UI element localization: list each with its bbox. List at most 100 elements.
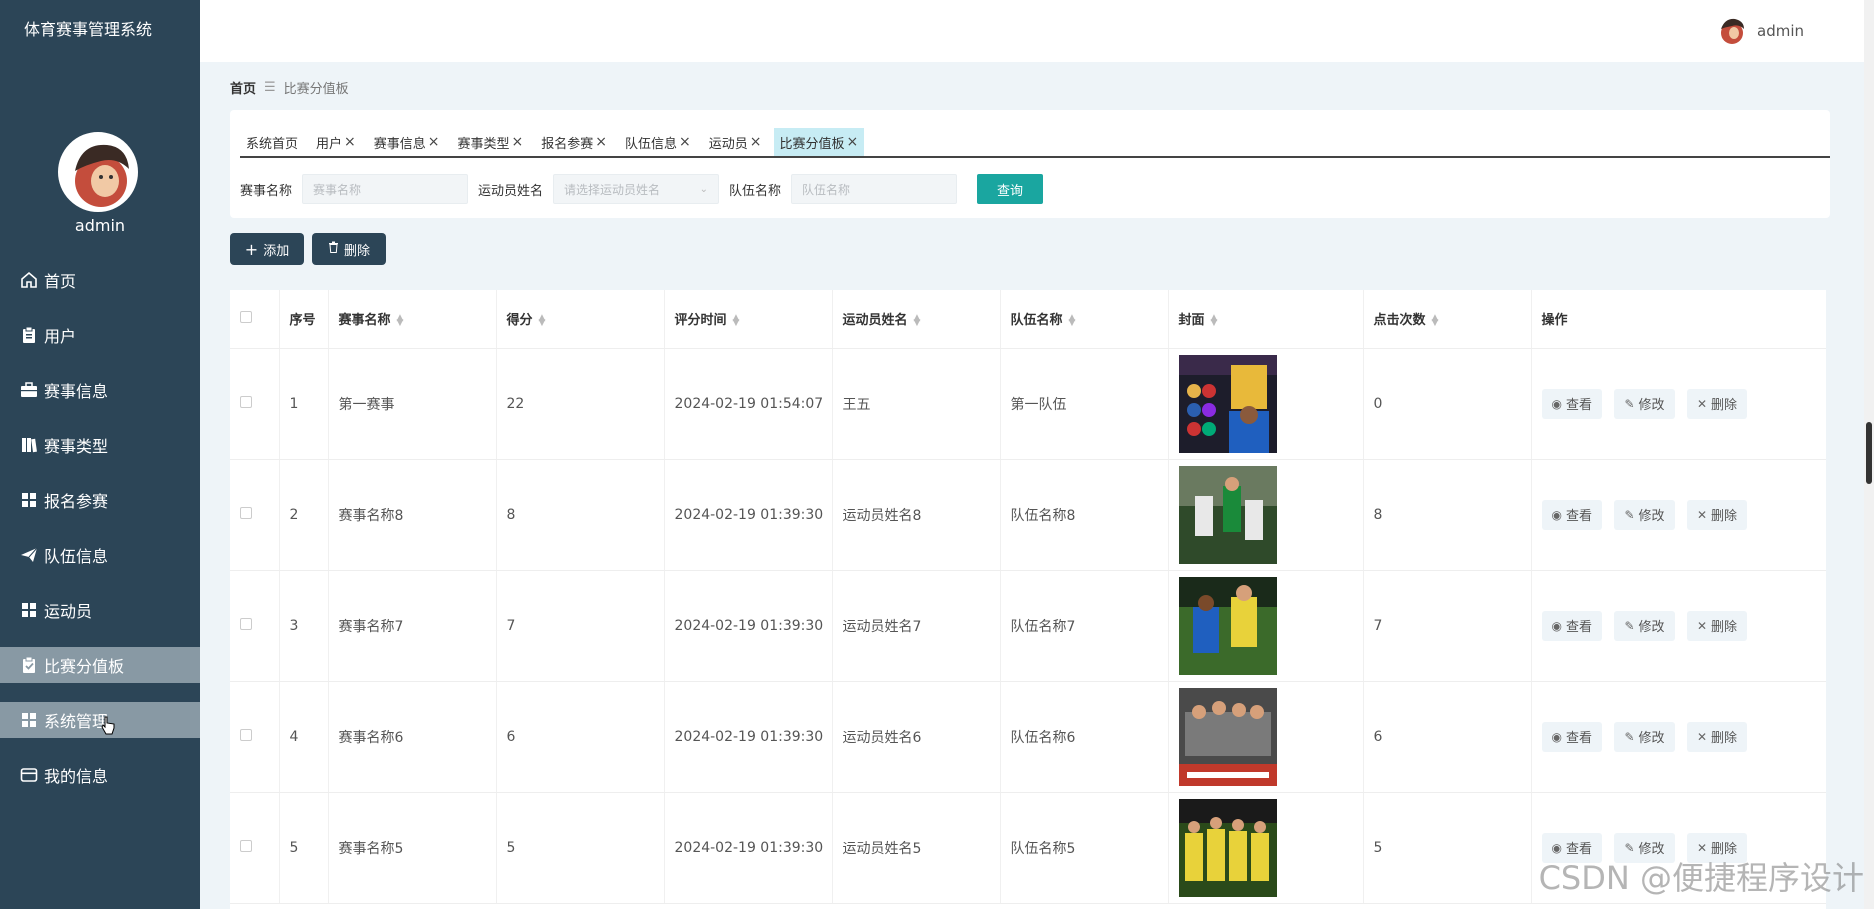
query-button[interactable]: 查询	[977, 174, 1044, 204]
row-checkbox[interactable]	[240, 506, 252, 519]
view-button[interactable]: ◉ 查看	[1541, 610, 1602, 641]
column-header[interactable]: 队伍名称 ▲ ▼	[1000, 290, 1169, 349]
row-checkbox[interactable]	[240, 839, 252, 852]
row-delete-button[interactable]: ✕ 删除	[1686, 388, 1748, 419]
score-time-cell: 2024-02-19 01:39:30	[664, 570, 833, 682]
cover-image[interactable]	[1178, 354, 1277, 453]
edit-button[interactable]: ✎ 修改	[1614, 499, 1675, 530]
table-row[interactable]: 3 赛事名称7 7 2024-02-19 01:39:30 运动员姓名7 队伍名…	[230, 570, 1826, 682]
scrollbar-thumb[interactable]	[1866, 422, 1872, 484]
view-button[interactable]: ◉ 查看	[1541, 499, 1602, 530]
sidebar-item-athlete[interactable]: 运动员	[0, 592, 200, 628]
sidebar-username: admin	[74, 216, 126, 235]
column-header[interactable]: 赛事名称 ▲ ▼	[328, 290, 497, 349]
tab-registration[interactable]: 报名参赛 ×	[535, 128, 613, 156]
tab-label: 报名参赛	[541, 136, 594, 152]
tab-user[interactable]: 用户 ×	[310, 128, 362, 156]
sidebar-item-my-info[interactable]: 我的信息	[0, 757, 200, 793]
close-icon[interactable]: ×	[847, 134, 859, 150]
sort-icon[interactable]: ▲ ▼	[539, 313, 546, 327]
sidebar-item-registration[interactable]: 报名参赛	[0, 482, 200, 518]
team-name-cell: 队伍名称8	[1000, 459, 1169, 571]
athlete-name-label: 运动员姓名	[478, 183, 544, 199]
select-all-checkbox[interactable]	[240, 310, 252, 323]
select-cell	[230, 792, 280, 904]
view-button[interactable]: ◉ 查看	[1541, 721, 1602, 752]
athlete-name-cell: 运动员姓名5	[832, 792, 1001, 904]
match-name-input[interactable]: 赛事名称	[302, 174, 469, 204]
edit-button[interactable]: ✎ 修改	[1614, 721, 1675, 752]
view-button[interactable]: ◉ 查看	[1541, 388, 1602, 419]
top-user-menu[interactable]: admin	[1717, 16, 1804, 46]
sidebar-item-label: 赛事类型	[44, 437, 109, 456]
tab-team-info[interactable]: 队伍信息 ×	[619, 128, 697, 156]
sidebar-item-user[interactable]: 用户	[0, 317, 200, 353]
top-bar: admin	[200, 0, 1874, 62]
sort-icon[interactable]: ▲ ▼	[1432, 313, 1439, 327]
table-row[interactable]: 4 赛事名称6 6 2024-02-19 01:39:30 运动员姓名6 队伍名…	[230, 681, 1826, 793]
tab-label: 系统首页	[246, 136, 299, 152]
row-delete-button[interactable]: ✕ 删除	[1686, 721, 1748, 752]
sidebar-item-match-info[interactable]: 赛事信息	[0, 372, 200, 408]
close-icon[interactable]: ×	[595, 134, 607, 150]
sidebar-item-label: 报名参赛	[44, 492, 109, 511]
cover-image[interactable]	[1178, 687, 1277, 786]
column-header[interactable]: 点击次数 ▲ ▼	[1363, 290, 1532, 349]
cover-image[interactable]	[1178, 576, 1277, 675]
close-icon[interactable]: ×	[512, 134, 524, 150]
row-checkbox[interactable]	[240, 617, 252, 630]
breadcrumb-home[interactable]: 首页	[230, 78, 256, 97]
tab-match-info[interactable]: 赛事信息 ×	[368, 128, 446, 156]
books-icon	[18, 434, 40, 456]
tab-scoreboard[interactable]: 比赛分值板 ×	[773, 128, 865, 156]
edit-button[interactable]: ✎ 修改	[1614, 610, 1675, 641]
sort-icon[interactable]: ▲ ▼	[397, 313, 404, 327]
team-name-input[interactable]: 队伍名称	[791, 174, 958, 204]
delete-button[interactable]: 删除	[312, 233, 386, 265]
tab-match-type[interactable]: 赛事类型 ×	[452, 128, 530, 156]
column-header[interactable]: 得分 ▲ ▼	[496, 290, 665, 349]
team-name-label: 队伍名称	[729, 183, 782, 199]
edit-button[interactable]: ✎ 修改	[1614, 388, 1675, 419]
add-button[interactable]: + 添加	[230, 233, 304, 265]
tab-system-home[interactable]: 系统首页	[240, 128, 304, 156]
sidebar-item-home[interactable]: 首页	[0, 262, 200, 298]
sort-icon[interactable]: ▲ ▼	[1069, 313, 1076, 327]
cover-image[interactable]	[1178, 465, 1277, 564]
sort-icon[interactable]: ▲ ▼	[733, 313, 740, 327]
match-name-cell: 赛事名称6	[328, 681, 497, 793]
column-header[interactable]: 评分时间 ▲ ▼	[664, 290, 833, 349]
sort-icon[interactable]: ▲ ▼	[914, 313, 921, 327]
edit-icon: ✎	[1624, 618, 1635, 633]
table-row[interactable]: 1 第一赛事 22 2024-02-19 01:54:07 王五 第一队伍 0 …	[230, 348, 1826, 460]
row-delete-button[interactable]: ✕ 删除	[1686, 499, 1748, 530]
avatar[interactable]	[58, 132, 138, 212]
sidebar-item-team-info[interactable]: 队伍信息	[0, 537, 200, 573]
row-checkbox[interactable]	[240, 728, 252, 741]
mouse-cursor-icon	[101, 716, 115, 735]
row-checkbox[interactable]	[240, 395, 252, 408]
table-row[interactable]: 2 赛事名称8 8 2024-02-19 01:39:30 运动员姓名8 队伍名…	[230, 459, 1826, 571]
column-header-label: 点击次数	[1373, 313, 1426, 329]
eye-icon: ◉	[1551, 618, 1562, 633]
athlete-name-cell: 王五	[832, 348, 1001, 460]
close-icon[interactable]: ×	[344, 134, 356, 150]
row-delete-button[interactable]: ✕ 删除	[1686, 610, 1748, 641]
sidebar-item-system[interactable]: 系统管理	[0, 702, 200, 738]
column-header[interactable]: 运动员姓名 ▲ ▼	[832, 290, 1001, 349]
column-header-label: 序号	[289, 313, 316, 329]
scrollbar[interactable]	[1864, 0, 1874, 909]
close-icon[interactable]: ×	[679, 134, 691, 150]
sidebar-item-match-type[interactable]: 赛事类型	[0, 427, 200, 463]
index-cell: 2	[279, 459, 329, 571]
tab-athlete[interactable]: 运动员 ×	[703, 128, 768, 156]
team-name-cell: 队伍名称5	[1000, 792, 1169, 904]
close-icon[interactable]: ×	[750, 134, 762, 150]
column-header[interactable]: 封面 ▲ ▼	[1168, 290, 1364, 349]
sort-icon[interactable]: ▲ ▼	[1211, 313, 1218, 327]
athlete-name-select[interactable]: 请选择运动员姓名 ⌄	[553, 174, 720, 204]
close-icon[interactable]: ×	[428, 134, 440, 150]
click-count-cell: 7	[1363, 570, 1532, 682]
sidebar-item-scoreboard[interactable]: 比赛分值板	[0, 647, 200, 683]
cover-image[interactable]	[1178, 798, 1277, 897]
